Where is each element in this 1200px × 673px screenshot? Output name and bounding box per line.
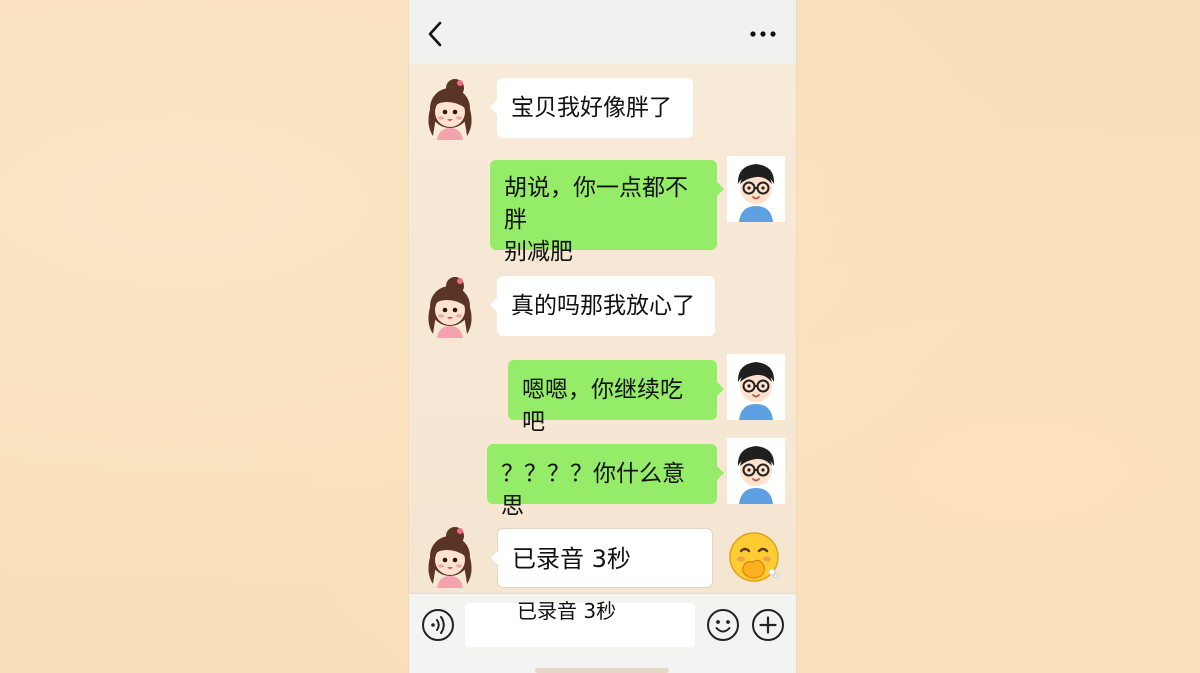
message-text: 宝贝我好像胖了 <box>511 95 672 121</box>
girl-avatar[interactable] <box>421 74 479 140</box>
message-bubble[interactable]: 宝贝我好像胖了 <box>490 78 693 138</box>
message-bubble[interactable]: 真的吗那我放心了 <box>490 276 715 336</box>
message-bubble[interactable]: ？？？？你什么意思 <box>487 444 724 519</box>
message-text-line: 别减肥 <box>504 239 573 265</box>
phone-screen: 宝贝我好像胖了 胡说，你一点都不胖 别减肥 真的吗那我放心了 嗯嗯，你继续吃吧 … <box>409 0 796 673</box>
chat-area: 宝贝我好像胖了 胡说，你一点都不胖 别减肥 真的吗那我放心了 嗯嗯，你继续吃吧 … <box>409 64 796 593</box>
message-text: 嗯嗯，你继续吃吧 <box>522 377 683 435</box>
boy-avatar[interactable] <box>727 438 785 504</box>
boy-avatar[interactable] <box>727 354 785 420</box>
chat-header <box>409 0 796 65</box>
message-text: 真的吗那我放心了 <box>511 293 695 319</box>
back-button[interactable] <box>423 20 447 48</box>
recording-bubble[interactable]: 已录音 3秒 <box>491 528 713 588</box>
plus-circle-icon[interactable] <box>751 608 785 642</box>
voice-icon[interactable] <box>421 608 455 642</box>
girl-avatar[interactable] <box>421 522 479 588</box>
message-bubble[interactable]: 嗯嗯，你继续吃吧 <box>508 360 724 435</box>
input-bar: 已录音 3秒 <box>409 593 796 673</box>
chevron-left-icon <box>428 21 442 47</box>
home-indicator <box>535 668 669 673</box>
recording-status-text: 已录音 3秒 <box>517 599 617 623</box>
recording-text: 已录音 3秒 <box>512 545 631 573</box>
laugh-covering-mouth-emoji <box>729 532 779 582</box>
more-dots-icon <box>750 31 776 37</box>
girl-avatar[interactable] <box>421 272 479 338</box>
more-button[interactable] <box>748 24 778 44</box>
message-text-line: 胡说，你一点都不胖 <box>504 175 688 233</box>
boy-avatar[interactable] <box>727 156 785 222</box>
message-bubble[interactable]: 胡说，你一点都不胖 别减肥 <box>490 160 724 265</box>
message-text: ？？？？你什么意思 <box>501 461 685 519</box>
smiley-icon[interactable] <box>706 608 740 642</box>
